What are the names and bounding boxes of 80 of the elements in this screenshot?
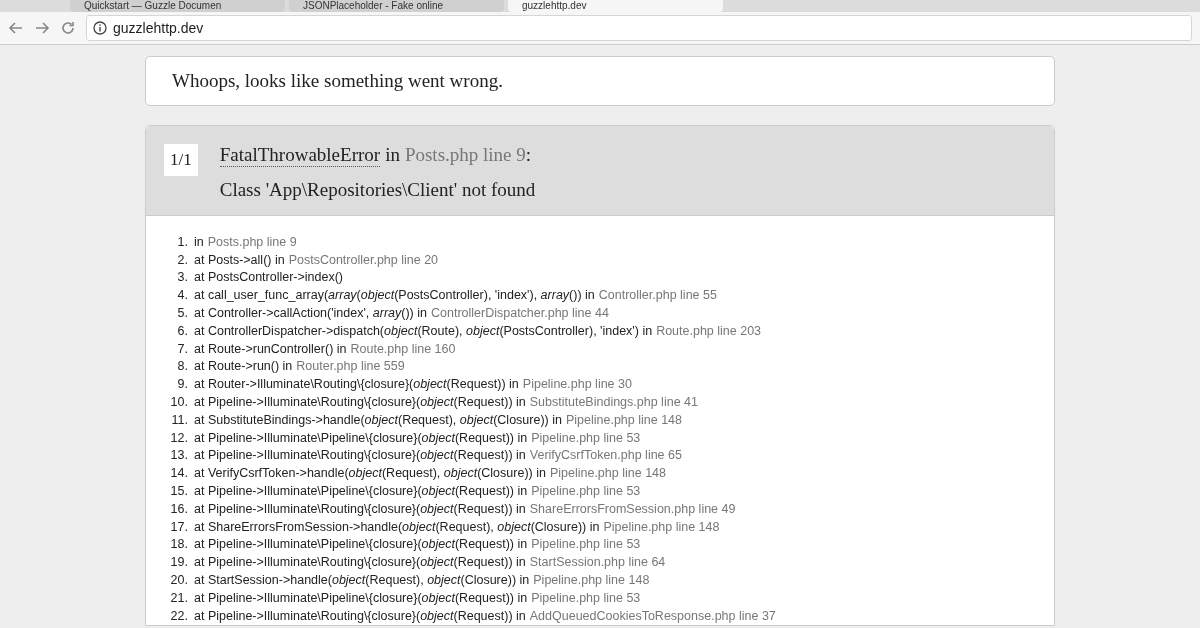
frame-call: at Pipeline->Illuminate\Pipeline\{closure}(object(Request)) in (194, 430, 528, 445)
frame-location: Pipeline.php line 53 (531, 430, 641, 445)
frame-location: AddQueuedCookiesToResponse.php line 37 (529, 608, 776, 623)
frame-call: at SubstituteBindings->handle(object(Request), object(Closure)) in (194, 412, 562, 427)
frame-location: Route.php line 203 (656, 323, 762, 338)
frame-number: 3. (176, 270, 189, 285)
frame-call: at Router->Illuminate\Routing\{closure}(object(Request)) in (194, 377, 519, 392)
browser-tab[interactable]: guzzlehttp.dev (508, 0, 723, 12)
frame-number: 9. (176, 377, 189, 392)
frame-location: Pipeline.php line 53 (531, 590, 641, 605)
browser-tab[interactable]: Quickstart — Guzzle Documen (70, 0, 285, 12)
frame-call: at Pipeline->Illuminate\Routing\{closure}(object(Request)) in (194, 395, 526, 410)
frame-call: in (194, 234, 204, 249)
frame-location: Pipeline.php line 53 (531, 484, 641, 499)
back-icon[interactable] (8, 20, 24, 36)
frame-call: at ControllerDispatcher->dispatch(object(Route), object(PostsController), 'index') in (194, 323, 653, 338)
frame-location: SubstituteBindings.php line 41 (529, 395, 698, 410)
frame-number: 11. (170, 412, 189, 427)
frame-location: Pipeline.php line 148 (533, 573, 650, 588)
info-icon[interactable] (93, 21, 107, 35)
exception-message: Class 'App\Repositories\Client' not found (219, 179, 536, 201)
browser-tab[interactable]: JSONPlaceholder - Fake online (289, 0, 504, 12)
exception-colon: : (525, 144, 532, 165)
frame-number: 14. (169, 466, 189, 481)
frame-call: at Pipeline->Illuminate\Routing\{closure}(object(Request)) in (194, 555, 526, 570)
frame-location: Pipeline.php line 53 (531, 537, 641, 552)
frame-location: Controller.php line 55 (598, 288, 717, 303)
frame-number: 21. (169, 590, 189, 605)
reload-icon[interactable] (60, 20, 76, 36)
exception-in: in (385, 144, 400, 167)
exception-class: FatalThrowableError (219, 144, 381, 167)
frame-call: at Pipeline->Illuminate\Routing\{closure}(object(Request)) in (194, 608, 526, 623)
frame-location: Route.php line 160 (350, 341, 456, 356)
frame-call: at Posts->all() in (194, 252, 285, 267)
frame-number: 19. (169, 555, 189, 570)
frame-call: at Pipeline->Illuminate\Pipeline\{closure}(object(Request)) in (194, 484, 528, 499)
frame-location: StartSession.php line 64 (529, 555, 666, 570)
frame-location: Pipeline.php line 148 (549, 466, 666, 481)
frame-call: at Route->run() in (194, 359, 293, 374)
frame-number: 1. (176, 234, 189, 249)
frame-call: at ShareErrorsFromSession->handle(object(Request), object(Closure)) in (194, 519, 600, 534)
frame-number: 10. (169, 395, 189, 410)
frame-number: 20. (169, 573, 189, 588)
address-bar[interactable]: guzzlehttp.dev (86, 15, 1192, 41)
frame-location: Router.php line 559 (296, 359, 405, 374)
frame-location: Pipeline.php line 30 (522, 377, 632, 392)
frame-call: at Pipeline->Illuminate\Pipeline\{closure}(object(Request)) in (194, 590, 528, 605)
frame-number: 17. (169, 519, 189, 534)
frame-location: VerifyCsrfToken.php line 65 (529, 448, 682, 463)
frame-call: at VerifyCsrfToken->handle(object(Request), object(Closure)) in (194, 466, 546, 481)
frame-call: at Pipeline->Illuminate\Routing\{closure}(object(Request)) in (194, 501, 526, 516)
frame-call: at Controller->callAction('index', array()) in (194, 306, 427, 321)
frame-call: at PostsController->index() (194, 270, 344, 285)
frame-location: ControllerDispatcher.php line 44 (431, 306, 609, 321)
frame-call: at Pipeline->Illuminate\Routing\{closure}(object(Request)) in (194, 448, 526, 463)
frame-number: 6. (176, 323, 189, 338)
frame-number: 8. (176, 359, 189, 374)
frame-number: 12. (169, 430, 189, 445)
frame-number: 16. (169, 501, 189, 516)
frame-call: at call_user_func_array(array(object(PostsController), 'index'), array()) in (194, 288, 595, 303)
frame-location: Pipeline.php line 148 (565, 412, 682, 427)
exception-location: Posts.php line 9 (404, 144, 526, 165)
forward-icon[interactable] (34, 20, 50, 36)
frame-number: 15. (169, 484, 189, 499)
frame-number: 22. (169, 608, 189, 623)
error-notice: Whoops, looks like something went wrong. (145, 56, 1055, 106)
frame-number: 4. (176, 288, 189, 303)
frame-call: at Pipeline->Illuminate\Pipeline\{closure}(object(Request)) in (194, 537, 528, 552)
frame-location: ShareErrorsFromSession.php line 49 (529, 501, 736, 516)
frame-number: 2. (176, 252, 189, 267)
frame-number: 5. (176, 306, 189, 321)
frame-number: 18. (169, 537, 189, 552)
frame-call: at StartSession->handle(object(Request), object(Closure)) in (194, 573, 530, 588)
frame-number: 13. (169, 448, 189, 463)
frame-location: Posts.php line 9 (207, 234, 297, 249)
frame-location: Pipeline.php line 148 (603, 519, 720, 534)
frame-number: 7. (176, 341, 189, 356)
frame-location: PostsController.php line 20 (288, 252, 439, 267)
frame-call: at Route->runController() in (194, 341, 347, 356)
exception-count: 1/1 (164, 144, 198, 176)
